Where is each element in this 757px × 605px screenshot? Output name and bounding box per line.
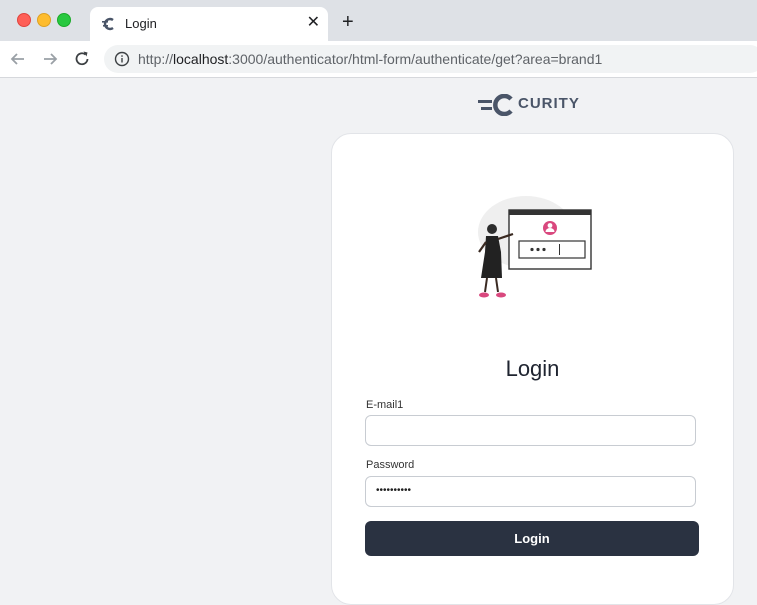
password-field[interactable]: ••••••••••: [365, 476, 696, 507]
url-scheme: http://: [138, 51, 174, 67]
address-bar[interactable]: http://localhost:3000/authenticator/html…: [104, 45, 757, 73]
url-path: :3000/authenticator/html-form/authentica…: [228, 51, 603, 67]
url-text: http://localhost:3000/authenticator/html…: [138, 51, 602, 67]
curity-logo-icon: [478, 93, 513, 117]
password-mask: ••••••••••: [376, 485, 412, 496]
login-illustration-icon: [478, 196, 592, 298]
close-window-button[interactable]: [17, 13, 31, 27]
reload-icon[interactable]: [71, 48, 93, 70]
email-label: E-mail1: [366, 399, 404, 411]
maximize-window-button[interactable]: [57, 13, 71, 27]
info-icon[interactable]: [114, 51, 130, 67]
url-host: localhost: [173, 51, 229, 67]
forward-arrow-icon[interactable]: [39, 48, 61, 70]
tab-close-icon[interactable]: ✕: [307, 13, 320, 33]
login-button[interactable]: Login: [365, 521, 699, 556]
password-label: Password: [366, 459, 415, 471]
login-card: Login E-mail1 Password •••••••••• Login: [331, 133, 734, 605]
new-tab-button[interactable]: +: [342, 11, 354, 33]
browser-titlebar: Login ✕ +: [0, 0, 757, 41]
brand-name: CURITY: [518, 95, 580, 112]
minimize-window-button[interactable]: [37, 13, 51, 27]
browser-tab[interactable]: Login ✕: [90, 7, 328, 41]
back-arrow-icon[interactable]: [7, 48, 29, 70]
browser-toolbar: http://localhost:3000/authenticator/html…: [0, 41, 757, 78]
tab-title: Login: [125, 16, 157, 31]
email-field[interactable]: [365, 415, 696, 446]
login-title: Login: [505, 356, 560, 381]
curity-logo: CURITY: [478, 93, 586, 117]
curity-favicon-icon: [102, 17, 114, 31]
